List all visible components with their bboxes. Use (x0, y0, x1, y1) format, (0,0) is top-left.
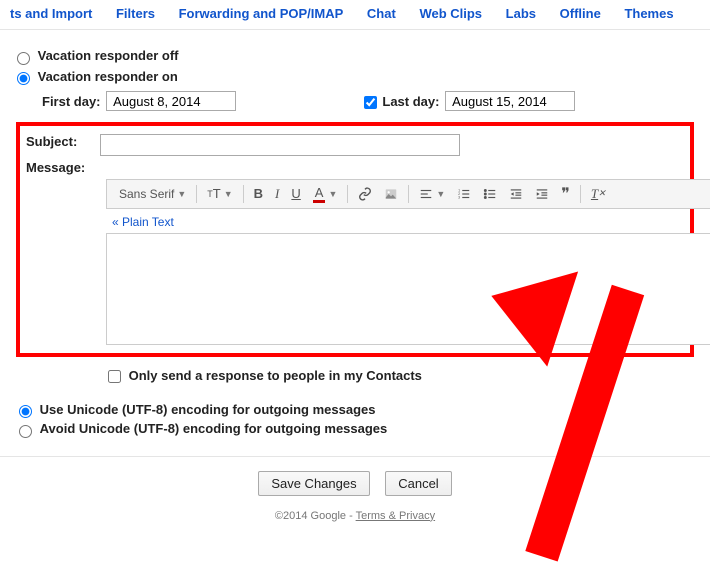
tab-forwarding[interactable]: Forwarding and POP/IMAP (169, 6, 354, 21)
tab-chat[interactable]: Chat (357, 6, 406, 21)
terms-link[interactable]: Terms & Privacy (356, 510, 435, 522)
font-family-button[interactable]: Sans Serif▼ (113, 180, 192, 208)
last-day-label: Last day: (382, 94, 439, 109)
bold-button[interactable]: B (248, 180, 269, 208)
vacation-on-label: Vacation responder on (38, 69, 178, 84)
indent-more-button[interactable] (529, 180, 555, 208)
remove-format-button[interactable]: T✕ (585, 180, 612, 208)
vacation-off-label: Vacation responder off (38, 48, 179, 63)
tab-webclips[interactable]: Web Clips (409, 6, 492, 21)
last-day-input[interactable] (445, 91, 575, 111)
avoid-unicode-radio[interactable] (19, 425, 32, 438)
footer: ©2014 Google - Terms & Privacy (0, 510, 710, 522)
tab-labs[interactable]: Labs (496, 6, 546, 21)
align-button[interactable]: ▼ (413, 180, 451, 208)
vacation-on-radio[interactable] (17, 72, 30, 85)
indent-less-button[interactable] (503, 180, 529, 208)
contacts-only-checkbox[interactable] (108, 370, 121, 383)
use-unicode-radio[interactable] (19, 405, 32, 418)
underline-button[interactable]: U (285, 180, 306, 208)
last-day-checkbox[interactable] (364, 96, 377, 109)
cancel-button[interactable]: Cancel (385, 471, 451, 496)
link-icon (358, 187, 372, 201)
first-day-input[interactable] (106, 91, 236, 111)
bullet-list-icon (483, 187, 497, 201)
indent-more-icon (535, 187, 549, 201)
numbered-list-button[interactable]: 123 (451, 180, 477, 208)
avoid-unicode-label: Avoid Unicode (UTF-8) encoding for outgo… (40, 421, 388, 436)
footer-copyright: ©2014 Google - (275, 510, 356, 522)
contacts-only-label: Only send a response to people in my Con… (129, 368, 422, 383)
message-label: Message: (26, 160, 96, 175)
subject-label: Subject: (26, 134, 96, 149)
plain-text-link[interactable]: « Plain Text (112, 215, 690, 229)
bullet-list-button[interactable] (477, 180, 503, 208)
italic-button[interactable]: I (269, 180, 285, 208)
image-button[interactable] (378, 180, 404, 208)
first-day-label: First day: (42, 94, 101, 109)
indent-less-icon (509, 187, 523, 201)
tab-filters[interactable]: Filters (106, 6, 165, 21)
tab-accounts-import[interactable]: ts and Import (0, 6, 102, 21)
text-color-button[interactable]: A▼ (307, 180, 344, 208)
tab-themes[interactable]: Themes (614, 6, 683, 21)
quote-button[interactable]: ❞ (555, 180, 576, 208)
link-button[interactable] (352, 180, 378, 208)
numbered-list-icon: 123 (457, 187, 471, 201)
format-toolbar: Sans Serif▼ TT▼ B I U A▼ ▼ 123 (106, 179, 710, 209)
tab-offline[interactable]: Offline (550, 6, 611, 21)
use-unicode-label: Use Unicode (UTF-8) encoding for outgoin… (40, 402, 376, 417)
image-icon (384, 187, 398, 201)
save-button[interactable]: Save Changes (258, 471, 369, 496)
action-buttons: Save Changes Cancel (0, 456, 710, 510)
vacation-off-radio[interactable] (17, 52, 30, 65)
align-icon (419, 187, 433, 201)
font-size-button[interactable]: TT▼ (201, 180, 238, 208)
highlight-box: Subject: Message: Sans Serif▼ TT▼ B I U … (16, 122, 694, 357)
settings-tabs: ts and Import Filters Forwarding and POP… (0, 0, 710, 30)
svg-text:3: 3 (458, 195, 460, 199)
subject-input[interactable] (100, 134, 460, 156)
